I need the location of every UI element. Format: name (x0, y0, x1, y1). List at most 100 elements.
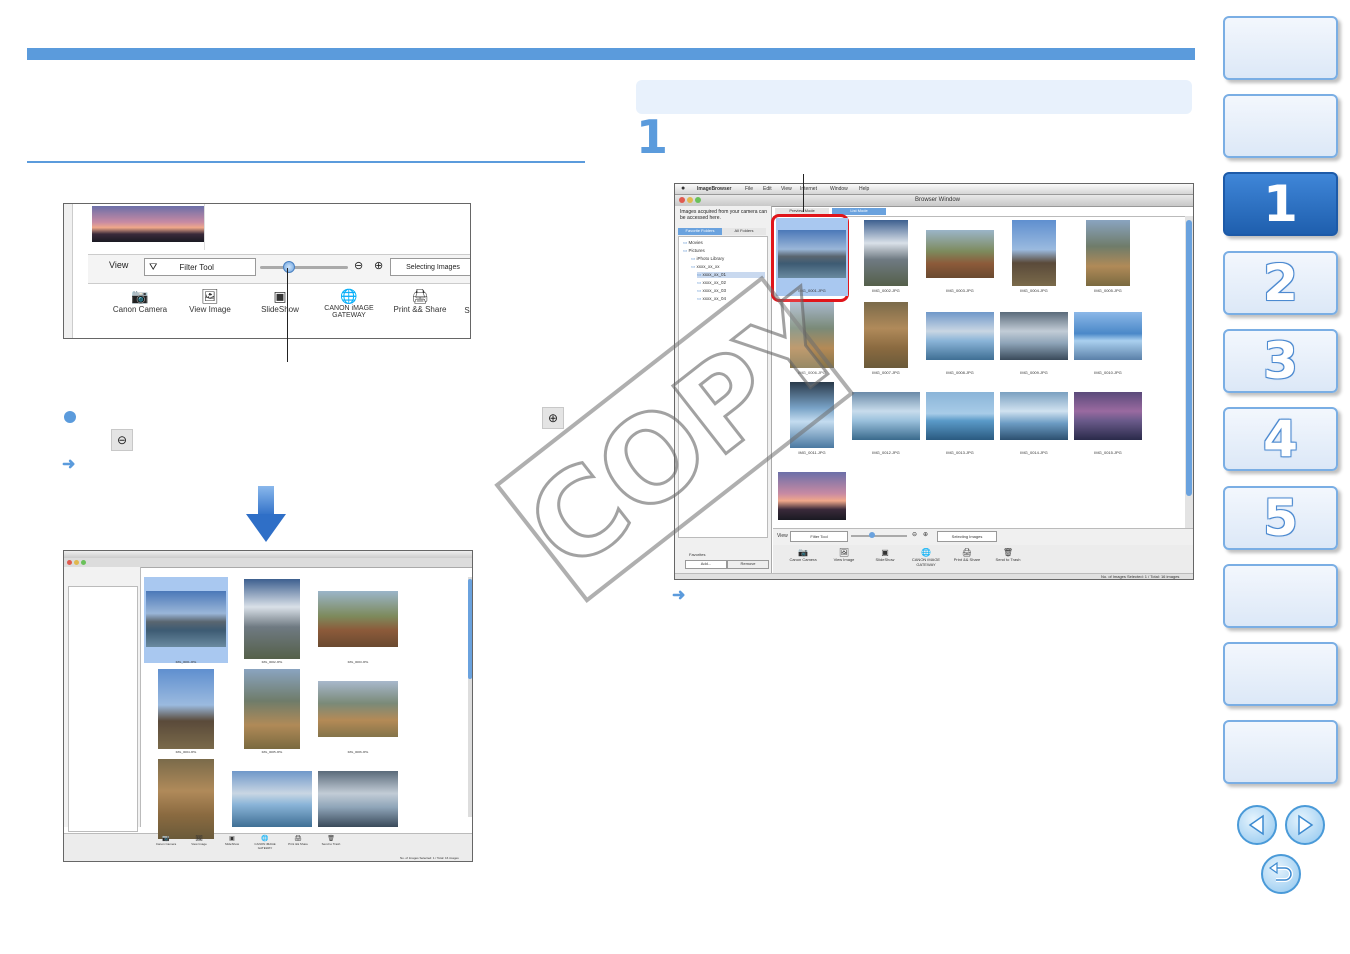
tool-button[interactable]: 🖨 Print && Share (947, 548, 987, 562)
filter-icon: ⛛ (149, 261, 158, 273)
image-thumbnail[interactable]: IMG_0010.JPG (1072, 300, 1144, 378)
tool-truncated[interactable]: S (462, 306, 470, 315)
return-button[interactable] (1261, 854, 1301, 894)
tool-button[interactable]: 🖨 Print && Share (282, 835, 314, 846)
selecting-images-dropdown[interactable]: Selecting Images (937, 531, 997, 542)
image-thumbnail[interactable]: IMG_0001.JPG (144, 577, 228, 664)
tool-button[interactable]: 🌐 CANON iMAGE GATEWAY (906, 548, 946, 567)
tool-button[interactable]: 📷 Canon Camera (783, 548, 823, 562)
menu-file[interactable]: File (745, 186, 753, 192)
image-thumbnail[interactable]: IMG_0005.JPG (1072, 218, 1144, 296)
image-thumbnail[interactable]: IMG_0003.JPG (316, 577, 400, 664)
return-icon (1268, 862, 1293, 882)
image-thumbnail[interactable]: IMG_0009.JPG (998, 300, 1070, 378)
slideshow-icon: ▣ (273, 288, 287, 304)
callout-line-right (803, 174, 804, 212)
tool-slideshow[interactable]: ▣ SlideShow (250, 288, 310, 314)
chapter-tab-9[interactable] (1223, 642, 1338, 706)
image-thumbnail[interactable]: IMG_0008.JPG (924, 300, 996, 378)
chapter-tab-7[interactable]: 5 (1223, 486, 1338, 550)
tool-canon-image-gateway[interactable]: 🌐 CANON iMAGE GATEWAY (318, 288, 380, 319)
image-thumbnail[interactable] (230, 757, 314, 843)
scrollbar-thumb[interactable] (1186, 220, 1192, 496)
image-filename: IMG_0005.JPG (261, 750, 283, 754)
image-thumbnail[interactable]: IMG_0015.JPG (1072, 380, 1144, 458)
image-thumbnail[interactable]: IMG_0004.JPG (998, 218, 1070, 296)
image-thumbnail[interactable]: IMG_0013.JPG (924, 380, 996, 458)
tool-button[interactable]: 🖼 View Image (183, 835, 215, 846)
zoom-button[interactable] (695, 197, 701, 203)
photo (318, 771, 398, 827)
tool-canon-camera[interactable]: 📷 Canon Camera (110, 288, 170, 314)
chapter-tab-5[interactable]: 3 (1223, 329, 1338, 393)
minimize-button[interactable] (687, 197, 693, 203)
camera-icon: 📷 (162, 836, 170, 842)
folder-tree-item[interactable]: ▭ Movies (683, 240, 703, 246)
tab-all-folders[interactable]: All Folders (722, 228, 766, 235)
chapter-tab-6[interactable]: 4 (1223, 407, 1338, 471)
tool-button[interactable]: 🗑 Send to Trash (988, 548, 1028, 562)
tool-button[interactable]: 🌐 CANON iMAGE GATEWAY (249, 835, 281, 850)
photo (318, 681, 398, 737)
globe-icon: 🌐 (921, 548, 931, 557)
folder-tree-item[interactable]: ▭ iPhoto Library (691, 256, 724, 262)
chapter-tab-4[interactable]: 2 (1223, 251, 1338, 315)
zoom-out-icon[interactable]: ⊖ (912, 531, 917, 538)
image-filename: IMG_0013.JPG (946, 450, 974, 455)
zoom-slider-knob[interactable] (283, 261, 295, 273)
chapter-tab-10[interactable] (1223, 720, 1338, 784)
tool-view-image[interactable]: 🖼 View Image (180, 288, 240, 314)
chapter-tab-2[interactable] (1223, 94, 1338, 158)
menu-edit[interactable]: Edit (763, 186, 772, 192)
filter-tool-button[interactable]: ⛛ Filter Tool (144, 258, 256, 276)
photo (244, 579, 300, 659)
image-thumbnail[interactable]: IMG_0004.JPG (144, 667, 228, 754)
close-button[interactable] (679, 197, 685, 203)
folder-tree-item[interactable]: ▭ Pictures (683, 248, 705, 254)
menu-view[interactable]: View (781, 186, 792, 192)
globe-icon: 🌐 (261, 836, 269, 842)
result-arrow-icon: ➜ (62, 456, 76, 473)
tool-button[interactable]: ▣ SlideShow (865, 548, 905, 562)
zoom-slider-knob[interactable] (869, 532, 875, 538)
bullet-icon (64, 411, 76, 423)
photo (926, 312, 994, 360)
image-thumbnail[interactable]: IMG_0003.JPG (924, 218, 996, 296)
chapter-tab-8[interactable] (1223, 564, 1338, 628)
image-icon: 🖼 (195, 836, 203, 842)
selecting-images-dropdown[interactable]: Selecting Images (390, 258, 470, 276)
zoom-in-icon[interactable]: ⊕ (374, 259, 383, 272)
menu-window[interactable]: Window (830, 186, 848, 192)
tool-button[interactable]: 📷 Canon Camera (150, 835, 182, 846)
zoom-in-icon[interactable]: ⊕ (923, 531, 928, 538)
folder-tree-item[interactable]: ▭ xxxx_xx_xx (691, 264, 720, 270)
remove-button[interactable]: Remove (727, 560, 769, 569)
zoom-out-icon[interactable]: ⊖ (354, 259, 363, 272)
image-thumbnail[interactable]: IMG_0014.JPG (998, 380, 1070, 458)
image-thumbnail[interactable] (316, 757, 400, 843)
image-thumbnail[interactable] (144, 757, 228, 843)
tool-button[interactable]: 🖼 View Image (824, 548, 864, 562)
photo (1086, 220, 1130, 286)
previous-page-button[interactable] (1237, 805, 1277, 845)
zoom-slider[interactable] (260, 266, 348, 269)
image-icon: 🖼 (201, 288, 219, 304)
menu-app[interactable]: ImageBrowser (697, 186, 731, 192)
image-thumbnail[interactable]: IMG_0006.JPG (316, 667, 400, 754)
tab-favorite-folders[interactable]: Favorite Folders (678, 228, 722, 235)
next-page-button[interactable] (1285, 805, 1325, 845)
image-thumbnail[interactable]: IMG_0005.JPG (230, 667, 314, 754)
photo (778, 472, 846, 520)
tool-print-share[interactable]: 🖨 Print && Share (390, 288, 450, 314)
zoom-slider[interactable] (851, 535, 907, 537)
chapter-tab-1[interactable] (1223, 16, 1338, 80)
image-thumbnail[interactable]: IMG_0002.JPG (230, 577, 314, 664)
add-button[interactable]: Add... (685, 560, 727, 569)
menu-help[interactable]: Help (859, 186, 869, 192)
photo (158, 759, 214, 839)
tool-button[interactable]: 🗑 Send to Trash (315, 835, 347, 846)
image-thumbnail[interactable]: IMG_0002.JPG (850, 218, 922, 296)
tool-button[interactable]: ▣ SlideShow (216, 835, 248, 846)
photo (1074, 312, 1142, 360)
chapter-tab-3[interactable]: 1 (1223, 172, 1338, 236)
